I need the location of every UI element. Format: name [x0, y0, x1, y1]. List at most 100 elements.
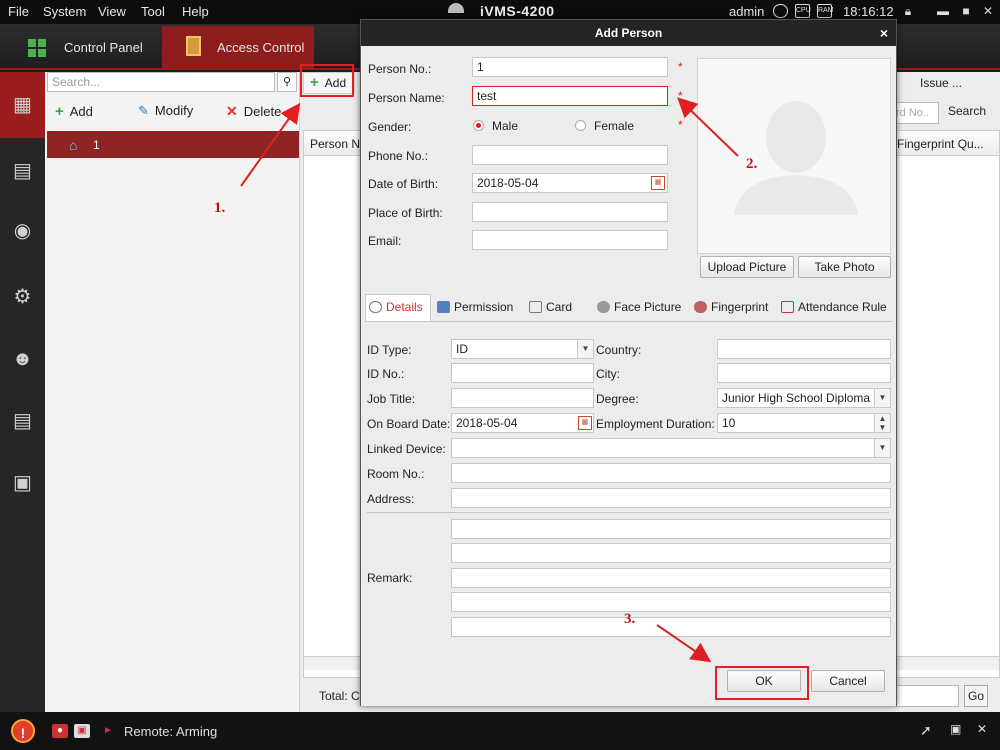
id-type-value: ID	[456, 342, 468, 356]
chevron-down-icon: ▼	[874, 389, 890, 407]
tab-face-picture[interactable]: Face Picture	[597, 300, 681, 314]
gender-label: Gender:	[368, 120, 412, 134]
id-type-select[interactable]: ID ▼	[451, 339, 594, 359]
report-icon[interactable]: ▤	[0, 388, 45, 454]
id-no-label: ID No.:	[367, 367, 405, 381]
tab-card[interactable]: Card	[529, 300, 572, 314]
employment-duration-stepper[interactable]: 10 ▲ ▼	[717, 413, 891, 433]
tab-attendance-rule[interactable]: Attendance Rule	[781, 300, 887, 314]
app-logo-icon	[448, 3, 464, 13]
cancel-button[interactable]: Cancel	[811, 670, 885, 692]
close-icon[interactable]: ✕	[977, 3, 999, 20]
column-person-no[interactable]: Person N	[310, 137, 360, 151]
pin-icon[interactable]: ➚	[920, 722, 932, 739]
person-name-input[interactable]: test	[472, 86, 668, 106]
issue-card-button[interactable]: Issue ...	[920, 76, 962, 90]
delete-icon: ✕	[226, 103, 238, 119]
email-label: Email:	[368, 234, 402, 248]
shield-icon[interactable]: ◉	[0, 198, 45, 264]
tab-details-label[interactable]: Details	[369, 300, 423, 314]
search-icon[interactable]: ⚲	[277, 72, 297, 92]
dialog-footer: OK Cancel	[361, 654, 896, 706]
org-search-input[interactable]: Search...	[47, 72, 275, 92]
phone-label: Phone No.:	[368, 149, 429, 163]
user-name[interactable]: admin	[729, 4, 764, 19]
tab-fingerprint[interactable]: Fingerprint	[694, 300, 768, 314]
arming-icon: ►	[103, 725, 113, 736]
remark-line[interactable]	[451, 543, 891, 563]
minimize-icon[interactable]: ▬	[932, 3, 954, 20]
menu-view[interactable]: View	[98, 4, 126, 19]
modify-organization-button[interactable]: ✎ Modify	[138, 103, 193, 119]
settings-icon[interactable]: ⚙	[0, 264, 45, 330]
delete-label: Delete	[243, 104, 282, 119]
menu-file[interactable]: File	[8, 4, 29, 19]
maximize-icon[interactable]: ■	[955, 3, 977, 20]
tab-label: Fingerprint	[711, 300, 769, 314]
degree-select[interactable]: Junior High School Diploma ▼	[717, 388, 891, 408]
linked-device-label: Linked Device:	[367, 442, 446, 456]
remark-line[interactable]	[451, 519, 891, 539]
calendar-icon[interactable]: ▦	[578, 416, 592, 430]
device-icon[interactable]: ▣	[0, 450, 45, 516]
tab-label: Card	[546, 300, 573, 314]
upload-picture-button[interactable]: Upload Picture	[700, 256, 794, 278]
person-no-input[interactable]: 1	[472, 57, 668, 77]
add-organization-button[interactable]: + Add	[55, 103, 93, 120]
search-button[interactable]: Search	[948, 104, 986, 118]
gender-female-radio[interactable]	[575, 120, 586, 131]
org-icon[interactable]: ▦	[0, 72, 45, 138]
calendar-icon[interactable]: ▦	[651, 176, 665, 190]
card-search-input[interactable]: rd No..	[893, 102, 939, 124]
page-number-input[interactable]	[895, 685, 959, 707]
pob-label: Place of Birth:	[368, 206, 443, 220]
close-icon[interactable]: ×	[880, 20, 888, 46]
lock-icon[interactable]: 🔒︎	[897, 3, 919, 20]
restore-icon[interactable]: ▣	[950, 722, 961, 736]
org-tree-item[interactable]: ⌂ 1	[47, 131, 299, 158]
on-board-date-input[interactable]: 2018-05-04	[451, 413, 594, 433]
pob-input[interactable]	[472, 202, 668, 222]
take-photo-button[interactable]: Take Photo	[798, 256, 891, 278]
linked-device-select[interactable]: ▼	[451, 438, 891, 458]
remark-line[interactable]	[451, 568, 891, 588]
room-no-input[interactable]	[451, 463, 891, 483]
permission-icon	[437, 301, 450, 313]
tab-control-panel[interactable]: Control Panel	[14, 26, 164, 68]
alarm-icon[interactable]: !	[11, 719, 35, 743]
organization-pane: Search... ⚲ + Add ✎ Modify ✕ Delete ⌂ 1	[45, 72, 300, 712]
go-button[interactable]: Go	[964, 685, 988, 707]
spin-arrows-icon[interactable]: ▲ ▼	[874, 414, 890, 432]
picture-alarm-icon[interactable]: ▣	[74, 724, 90, 738]
remark-line[interactable]	[451, 592, 891, 612]
delete-organization-button[interactable]: ✕ Delete	[226, 103, 281, 120]
menu-tool[interactable]: Tool	[141, 4, 165, 19]
address-input[interactable]	[451, 488, 891, 508]
employment-duration-label: Employment Duration:	[596, 417, 715, 431]
remote-arming-status: Remote: Arming	[124, 724, 218, 739]
annotation-step-1: 1.	[214, 200, 226, 216]
city-input[interactable]	[717, 363, 891, 383]
person-silhouette-icon	[734, 101, 858, 215]
job-title-input[interactable]	[451, 388, 594, 408]
person-search-icon[interactable]: ☻	[0, 326, 45, 392]
menu-system[interactable]: System	[43, 4, 86, 19]
tab-access-control[interactable]: Access Control	[162, 26, 314, 68]
email-input[interactable]	[472, 230, 668, 250]
gender-male-radio[interactable]	[473, 120, 484, 131]
camera-alarm-icon[interactable]: ●	[52, 724, 68, 738]
dob-input[interactable]: 2018-05-04	[472, 173, 668, 193]
close-panel-icon[interactable]: ✕	[977, 722, 987, 736]
person-name-label: Person Name:	[368, 91, 445, 105]
schedule-icon[interactable]: ▤	[0, 138, 45, 204]
id-no-input[interactable]	[451, 363, 594, 383]
phone-input[interactable]	[472, 145, 668, 165]
tab-permission[interactable]: Permission	[437, 300, 513, 314]
menu-help[interactable]: Help	[182, 4, 209, 19]
remark-line[interactable]	[451, 617, 891, 637]
total-count: Total: C	[319, 689, 360, 703]
person-detail-tabs: Details Permission Card Face Picture Fin…	[365, 294, 892, 322]
column-fingerprint-quality[interactable]: Fingerprint Qu...	[897, 137, 984, 151]
country-input[interactable]	[717, 339, 891, 359]
door-icon	[186, 36, 201, 56]
